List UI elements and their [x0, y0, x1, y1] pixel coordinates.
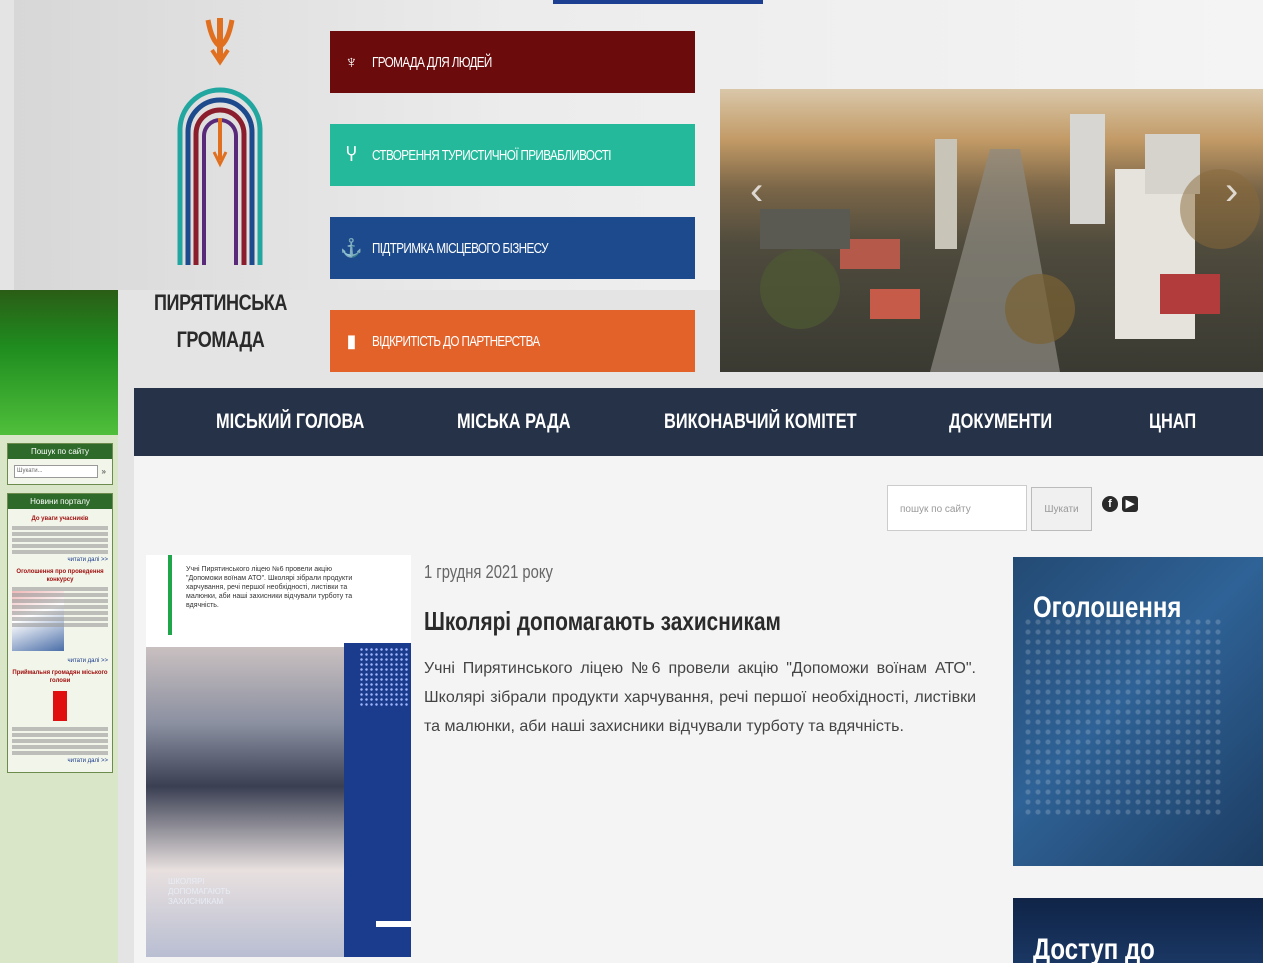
access-card[interactable]: Доступ до: [1013, 898, 1263, 963]
facebook-icon[interactable]: f: [1102, 496, 1118, 512]
old-news-text: [12, 727, 108, 755]
priority-local-business[interactable]: ⚓ ПІДТРИМКА МІСЦЕВОГО БІЗНЕСУ: [330, 217, 695, 279]
card-hex-pattern: [1023, 617, 1223, 817]
announcements-title: Оголошення: [1033, 591, 1182, 624]
old-news-title: Новини порталу: [8, 494, 112, 509]
old-search-box: Пошук по сайту Шукати... »: [7, 443, 113, 485]
old-search-title: Пошук по сайту: [8, 444, 112, 459]
site-search-button[interactable]: Шукати: [1031, 487, 1092, 531]
old-site-strip: Пошук по сайту Шукати... » Новини портал…: [0, 290, 118, 963]
priority-partnership[interactable]: ▮ ВІДКРИТІСТЬ ДО ПАРТНЕРСТВА: [330, 310, 695, 372]
priority-community-for-people[interactable]: ♆ ГРОМАДА ДЛЯ ЛЮДЕЙ: [330, 31, 695, 93]
old-news-box: Новини порталу До уваги учасників читати…: [7, 493, 113, 773]
nav-documents[interactable]: ДОКУМЕНТИ: [949, 410, 1052, 434]
bar-icon: ▮: [346, 330, 356, 351]
old-site-header: [0, 290, 118, 435]
tulip-icon: ♆: [344, 51, 359, 72]
old-news-headline[interactable]: Оголошення про проведення конкурсу: [12, 568, 108, 584]
priority-label: СТВОРЕННЯ ТУРИСТИЧНОЇ ПРИВАБЛИВОСТІ: [372, 146, 612, 164]
slider-next-arrow[interactable]: ›: [1225, 171, 1245, 211]
old-search-button[interactable]: »: [102, 467, 106, 476]
caption-accent-bar: [168, 555, 172, 635]
social-links: f ▶: [1102, 496, 1138, 512]
news-image-overlay-line: ЗАХИСНИКАМ: [168, 897, 224, 906]
old-news-more-link[interactable]: читати далі >>: [12, 556, 108, 564]
access-title: Доступ до: [1033, 933, 1155, 963]
old-search-row: Шукати... »: [8, 459, 112, 484]
community-name: ПИРЯТИНСЬКА ГРОМАДА: [118, 284, 323, 358]
announcements-card[interactable]: Оголошення: [1013, 557, 1263, 866]
slider-photo: [760, 114, 1260, 372]
priority-label: ВІДКРИТІСТЬ ДО ПАРТНЕРСТВА: [372, 332, 540, 350]
hero-slider[interactable]: ‹ ›: [720, 89, 1263, 372]
old-search-input[interactable]: Шукати...: [14, 465, 98, 478]
news-image[interactable]: Учні Пирятинського ліцею №6 провели акці…: [146, 555, 411, 957]
news-date: 1 грудня 2021 року: [424, 562, 553, 582]
site-search-input[interactable]: пошук по сайту: [887, 485, 1027, 531]
news-text: Учні Пирятинського ліцею №6 провели акці…: [424, 660, 976, 735]
slider-prev-arrow[interactable]: ‹: [750, 171, 770, 211]
nav-city-council[interactable]: МІСЬКА РАДА: [457, 410, 571, 434]
news-image-caption: Учні Пирятинського ліцею №6 провели акці…: [186, 566, 353, 609]
old-news-more-link[interactable]: читати далі >>: [12, 757, 108, 765]
old-news-headline[interactable]: До уваги учасників: [12, 515, 108, 523]
nav-executive-committee[interactable]: ВИКОНАВЧИЙ КОМІТЕТ: [664, 410, 857, 434]
priority-label: ГРОМАДА ДЛЯ ЛЮДЕЙ: [372, 53, 492, 71]
news-image-dots: [359, 647, 409, 707]
priority-label: ПІДТРИМКА МІСЦЕВОГО БІЗНЕСУ: [372, 239, 549, 257]
community-name-line1: ПИРЯТИНСЬКА: [153, 290, 288, 315]
old-news-headline[interactable]: Приймальня громадян міського голови: [12, 669, 108, 685]
old-news-thumbnail: [53, 691, 67, 721]
nav-cnap[interactable]: ЦНАП: [1149, 410, 1196, 434]
youtube-icon[interactable]: ▶: [1122, 496, 1138, 512]
old-news-text: [12, 526, 108, 554]
goblet-icon: Ⴤ: [346, 144, 357, 165]
news-image-overlay: ШКОЛЯРІ ДОПОМАГАЮТЬ ЗАХИСНИКАМ: [168, 877, 231, 907]
community-name-line2: ГРОМАДА: [176, 327, 265, 352]
main-nav: МІСЬКИЙ ГОЛОВА МІСЬКА РАДА ВИКОНАВЧИЙ КО…: [134, 388, 1263, 456]
old-news-list: До уваги учасників читати далі >> Оголош…: [8, 509, 112, 772]
community-logo[interactable]: [146, 10, 296, 270]
news-image-overlay-line: ДОПОМАГАЮТЬ: [168, 887, 231, 896]
old-news-more-link[interactable]: читати далі >>: [12, 657, 108, 665]
priority-tourism[interactable]: Ⴤ СТВОРЕННЯ ТУРИСТИЧНОЇ ПРИВАБЛИВОСТІ: [330, 124, 695, 186]
news-image-stripe: [376, 921, 411, 927]
news-photo: [146, 647, 346, 957]
nav-mayor[interactable]: МІСЬКИЙ ГОЛОВА: [216, 410, 364, 434]
news-title[interactable]: Школярі допомагають захисникам: [424, 606, 781, 637]
anchor-icon: ⚓: [340, 237, 362, 258]
news-image-overlay-line: ШКОЛЯРІ: [168, 877, 205, 886]
